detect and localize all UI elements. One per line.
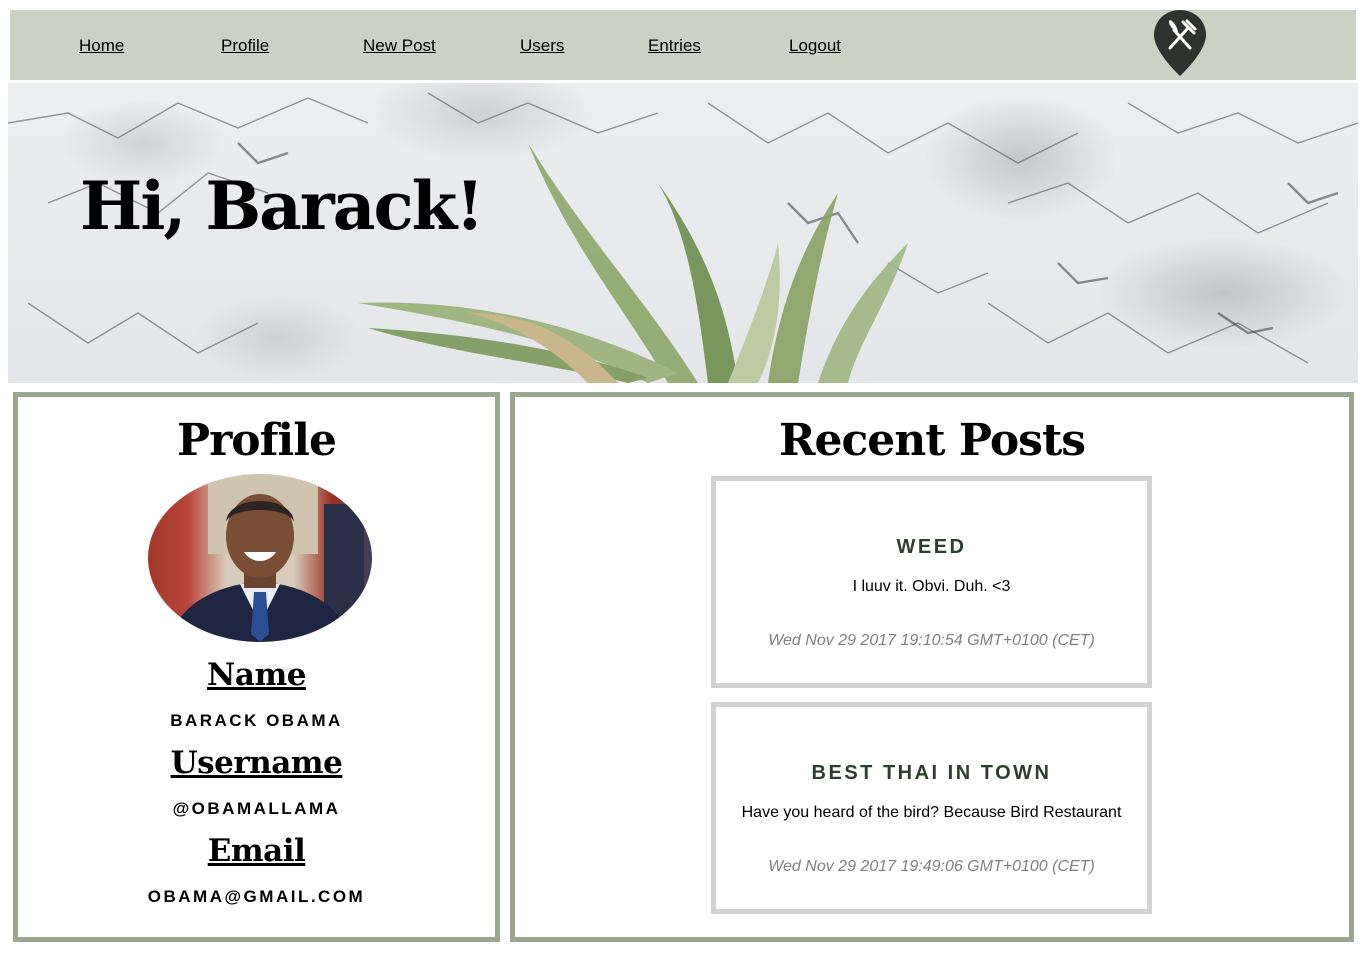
post-body: I luuv it. Obvi. Duh. <3 — [852, 578, 1011, 595]
recent-posts-heading: Recent Posts — [778, 415, 1086, 466]
post-card[interactable]: BEST THAI IN TOWN Have you heard of the … — [711, 702, 1152, 914]
username-value: @OBAMALLAMA — [172, 799, 341, 818]
post-title: BEST THAI IN TOWN — [811, 762, 1052, 784]
hero-greeting: Hi, Barack! — [80, 167, 484, 245]
recent-posts-panel: Recent Posts WEED I luuv it. Obvi. Duh. … — [510, 392, 1354, 942]
nav-link-users[interactable]: Users — [520, 36, 564, 56]
email-label: Email — [207, 833, 306, 869]
hero-banner: Hi, Barack! — [8, 83, 1358, 383]
post-title: WEED — [896, 536, 967, 558]
nav-link-profile[interactable]: Profile — [221, 36, 269, 56]
avatar — [148, 474, 372, 642]
nav-link-home[interactable]: Home — [79, 36, 124, 56]
post-date: Wed Nov 29 2017 19:49:06 GMT+0100 (CET) — [768, 858, 1095, 875]
nav-link-new-post[interactable]: New Post — [363, 36, 436, 56]
top-navigation: Home Profile New Post Users Entries Logo… — [10, 10, 1356, 80]
post-body: Have you heard of the bird? Because Bird… — [741, 804, 1122, 821]
nav-link-logout[interactable]: Logout — [789, 36, 841, 56]
post-date: Wed Nov 29 2017 19:10:54 GMT+0100 (CET) — [768, 632, 1095, 649]
fork-knife-pin-icon[interactable] — [1152, 8, 1208, 78]
username-label: Username — [170, 745, 343, 781]
nav-link-entries[interactable]: Entries — [648, 36, 701, 56]
name-label: Name — [207, 657, 306, 693]
profile-panel: Profile Name BARACK OBAMA Username @OBAM… — [13, 392, 500, 942]
name-value: BARACK OBAMA — [170, 711, 343, 730]
profile-heading: Profile — [177, 415, 337, 466]
post-card[interactable]: WEED I luuv it. Obvi. Duh. <3 Wed Nov 29… — [711, 476, 1152, 688]
email-value: OBAMA@GMAIL.COM — [147, 887, 366, 906]
